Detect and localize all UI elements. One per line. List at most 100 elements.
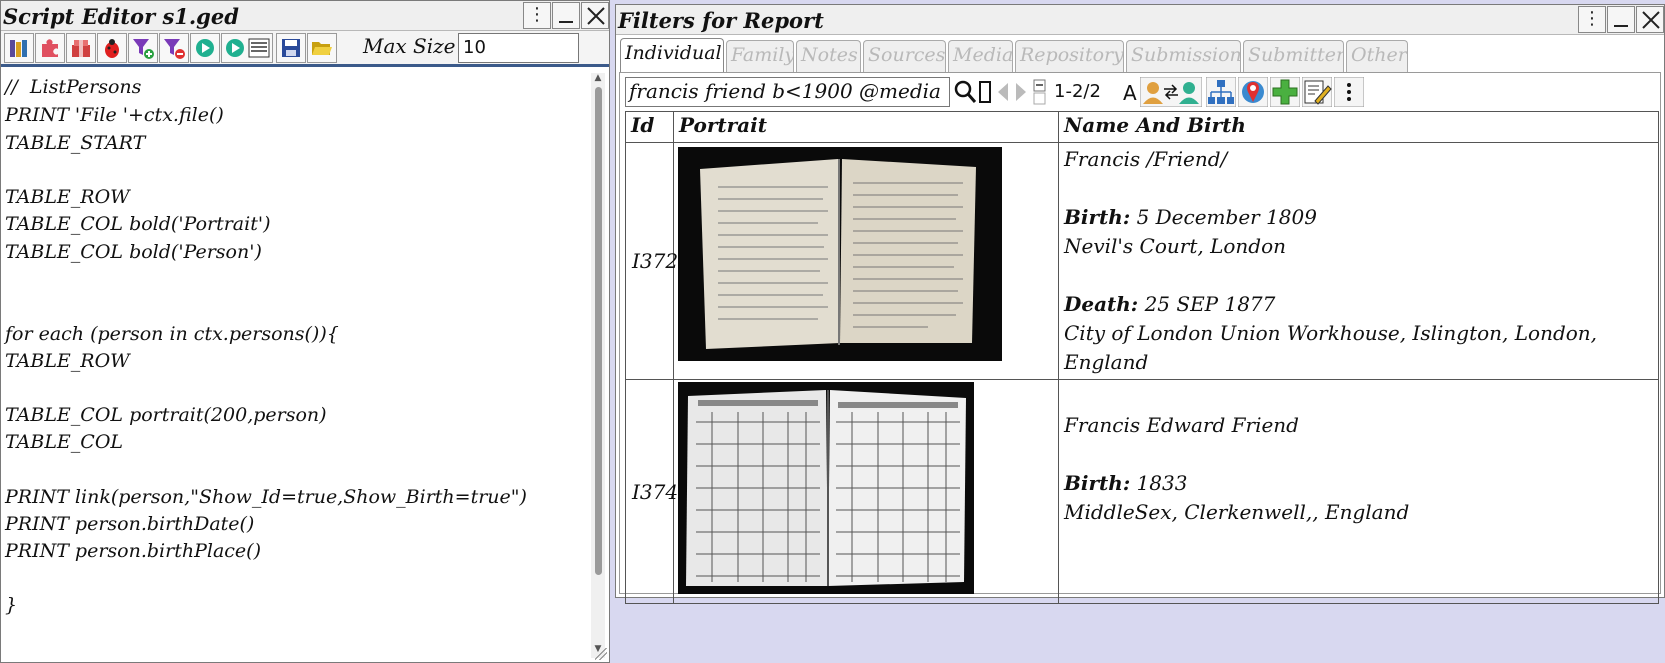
code-line: }	[5, 594, 18, 616]
open-button[interactable]	[307, 33, 337, 63]
death-label: Death:	[1064, 292, 1139, 316]
tab-submitter[interactable]: Submitter	[1243, 40, 1344, 72]
code-editor[interactable]: // ListPersons PRINT 'File '+ctx.file() …	[1, 73, 593, 662]
debug-button[interactable]	[97, 33, 127, 63]
tab-other[interactable]: Other	[1346, 40, 1408, 72]
individual-panel: francis friend b<1900 @media 1-2/2 A Id …	[619, 72, 1661, 604]
tab-submission[interactable]: Submission	[1126, 40, 1241, 72]
run-button[interactable]	[190, 33, 220, 63]
map-pin-icon[interactable]	[1238, 77, 1268, 107]
code-line: TABLE_START	[5, 132, 146, 154]
person-name-link[interactable]: Francis /Friend/	[1064, 145, 1653, 174]
close-icon	[1642, 11, 1660, 29]
person-id[interactable]: I372	[625, 142, 678, 380]
birth-place: MiddleSex, Clerkenwell,, England	[1064, 500, 1410, 524]
code-line: TABLE_COL bold('Portrait')	[5, 213, 271, 235]
birth-line: Birth: 1833	[1064, 469, 1653, 498]
code-line: PRINT 'File '+ctx.file()	[5, 104, 224, 126]
run-icon	[196, 39, 214, 57]
plugin-button[interactable]	[35, 33, 65, 63]
birth-date: 1833	[1136, 471, 1188, 495]
max-size-label: Max Size	[363, 34, 456, 58]
code-line: TABLE_ROW	[5, 186, 130, 208]
resize-grip-icon[interactable]	[595, 648, 607, 660]
tab-media[interactable]: Media	[948, 40, 1013, 72]
run-report-button[interactable]	[221, 33, 273, 63]
column-header-name-and-birth[interactable]: Name And Birth	[1058, 111, 1659, 143]
birth-label: Birth:	[1064, 471, 1131, 495]
filters-window: Filters for Report Individual Family Not…	[615, 4, 1665, 604]
filters-titlebar[interactable]: Filters for Report	[616, 5, 1664, 35]
search-input[interactable]: francis friend b<1900 @media	[625, 77, 950, 107]
script-editor-toolbar: Max Size 10	[1, 31, 609, 67]
filter-remove-icon	[164, 39, 185, 59]
search-icon[interactable]	[952, 77, 978, 107]
add-icon[interactable]	[1270, 77, 1300, 107]
minimize-button[interactable]	[1607, 6, 1635, 33]
package-icon	[72, 40, 90, 57]
code-vertical-scrollbar[interactable]: ▲ ▼	[591, 73, 605, 658]
code-line: PRINT person.birthDate()	[5, 513, 255, 535]
library-button[interactable]	[4, 33, 34, 63]
minimize-button[interactable]	[552, 2, 580, 29]
bug-icon	[105, 39, 119, 58]
portrait-image[interactable]	[678, 382, 974, 594]
page-stepper-icon[interactable]	[1032, 77, 1048, 107]
table-row[interactable]: I372 Francis /Friend/ Birth: 5 December …	[625, 142, 1659, 380]
tab-individual[interactable]: Individual	[620, 38, 724, 72]
code-line: TABLE_ROW	[5, 350, 130, 372]
person-name-link[interactable]: Francis Edward Friend	[1064, 411, 1653, 440]
portrait-cell	[673, 142, 1059, 380]
package-button[interactable]	[66, 33, 96, 63]
table-row[interactable]: I374 Francis Edward Friend Birth: 1833 M…	[625, 379, 1659, 604]
font-icon[interactable]: A	[1120, 77, 1140, 107]
code-line: TABLE_COL portrait(200,person)	[5, 404, 327, 426]
page-icon[interactable]	[978, 77, 992, 107]
edit-icon[interactable]	[1302, 77, 1332, 107]
previous-arrow-icon[interactable]	[994, 77, 1012, 107]
birth-line: Birth: 5 December 1809	[1064, 203, 1653, 232]
name-and-birth-cell: Francis /Friend/ Birth: 5 December 1809 …	[1058, 142, 1659, 380]
tab-notes[interactable]: Notes	[796, 40, 861, 72]
portrait-image[interactable]	[678, 147, 1002, 361]
save-button[interactable]	[276, 33, 306, 63]
tab-family[interactable]: Family	[726, 40, 794, 72]
code-line: // ListPersons	[5, 76, 142, 98]
column-header-id[interactable]: Id	[625, 111, 674, 143]
death-date: 25 SEP 1877	[1144, 292, 1276, 316]
tab-repository[interactable]: Repository	[1015, 40, 1124, 72]
tree-chart-icon[interactable]	[1206, 77, 1236, 107]
remove-filter-button[interactable]	[159, 33, 189, 63]
code-line: for each (person in ctx.persons()){	[5, 323, 339, 345]
birth-date: 5 December 1809	[1136, 205, 1317, 229]
save-icon	[282, 39, 300, 57]
svg-text:A: A	[1123, 81, 1137, 105]
close-icon	[587, 7, 605, 25]
filter-tabs: Individual Family Notes Sources Media Re…	[620, 38, 1660, 72]
results-table: Id Portrait Name And Birth I372 Francis …	[625, 111, 1659, 604]
next-arrow-icon[interactable]	[1012, 77, 1030, 107]
code-line: PRINT link(person,"Show_Id=true,Show_Bir…	[5, 486, 527, 508]
swap-persons-icon[interactable]	[1140, 77, 1202, 107]
more-options-icon[interactable]	[1334, 77, 1364, 107]
max-size-input[interactable]: 10	[458, 33, 579, 63]
open-folder-icon	[312, 42, 332, 55]
person-id[interactable]: I374	[625, 379, 678, 604]
result-count: 1-2/2	[1054, 81, 1101, 102]
scroll-up-arrow-icon[interactable]: ▲	[591, 73, 605, 83]
close-button[interactable]	[581, 2, 609, 29]
more-menu-button[interactable]	[1578, 6, 1606, 33]
run-report-icon	[226, 38, 270, 58]
plugin-icon	[42, 39, 58, 57]
column-header-portrait[interactable]: Portrait	[673, 111, 1059, 143]
script-editor-titlebar[interactable]: Script Editor s1.ged	[1, 1, 609, 31]
add-filter-button[interactable]	[128, 33, 158, 63]
death-line: Death: 25 SEP 1877	[1064, 290, 1653, 319]
name-and-birth-cell: Francis Edward Friend Birth: 1833 Middle…	[1058, 379, 1659, 604]
table-header-row: Id Portrait Name And Birth	[625, 111, 1659, 143]
close-button[interactable]	[1636, 6, 1664, 33]
portrait-cell	[673, 379, 1059, 604]
tab-sources[interactable]: Sources	[863, 40, 946, 72]
more-menu-button[interactable]	[523, 2, 551, 29]
scrollbar-thumb[interactable]	[595, 87, 602, 575]
